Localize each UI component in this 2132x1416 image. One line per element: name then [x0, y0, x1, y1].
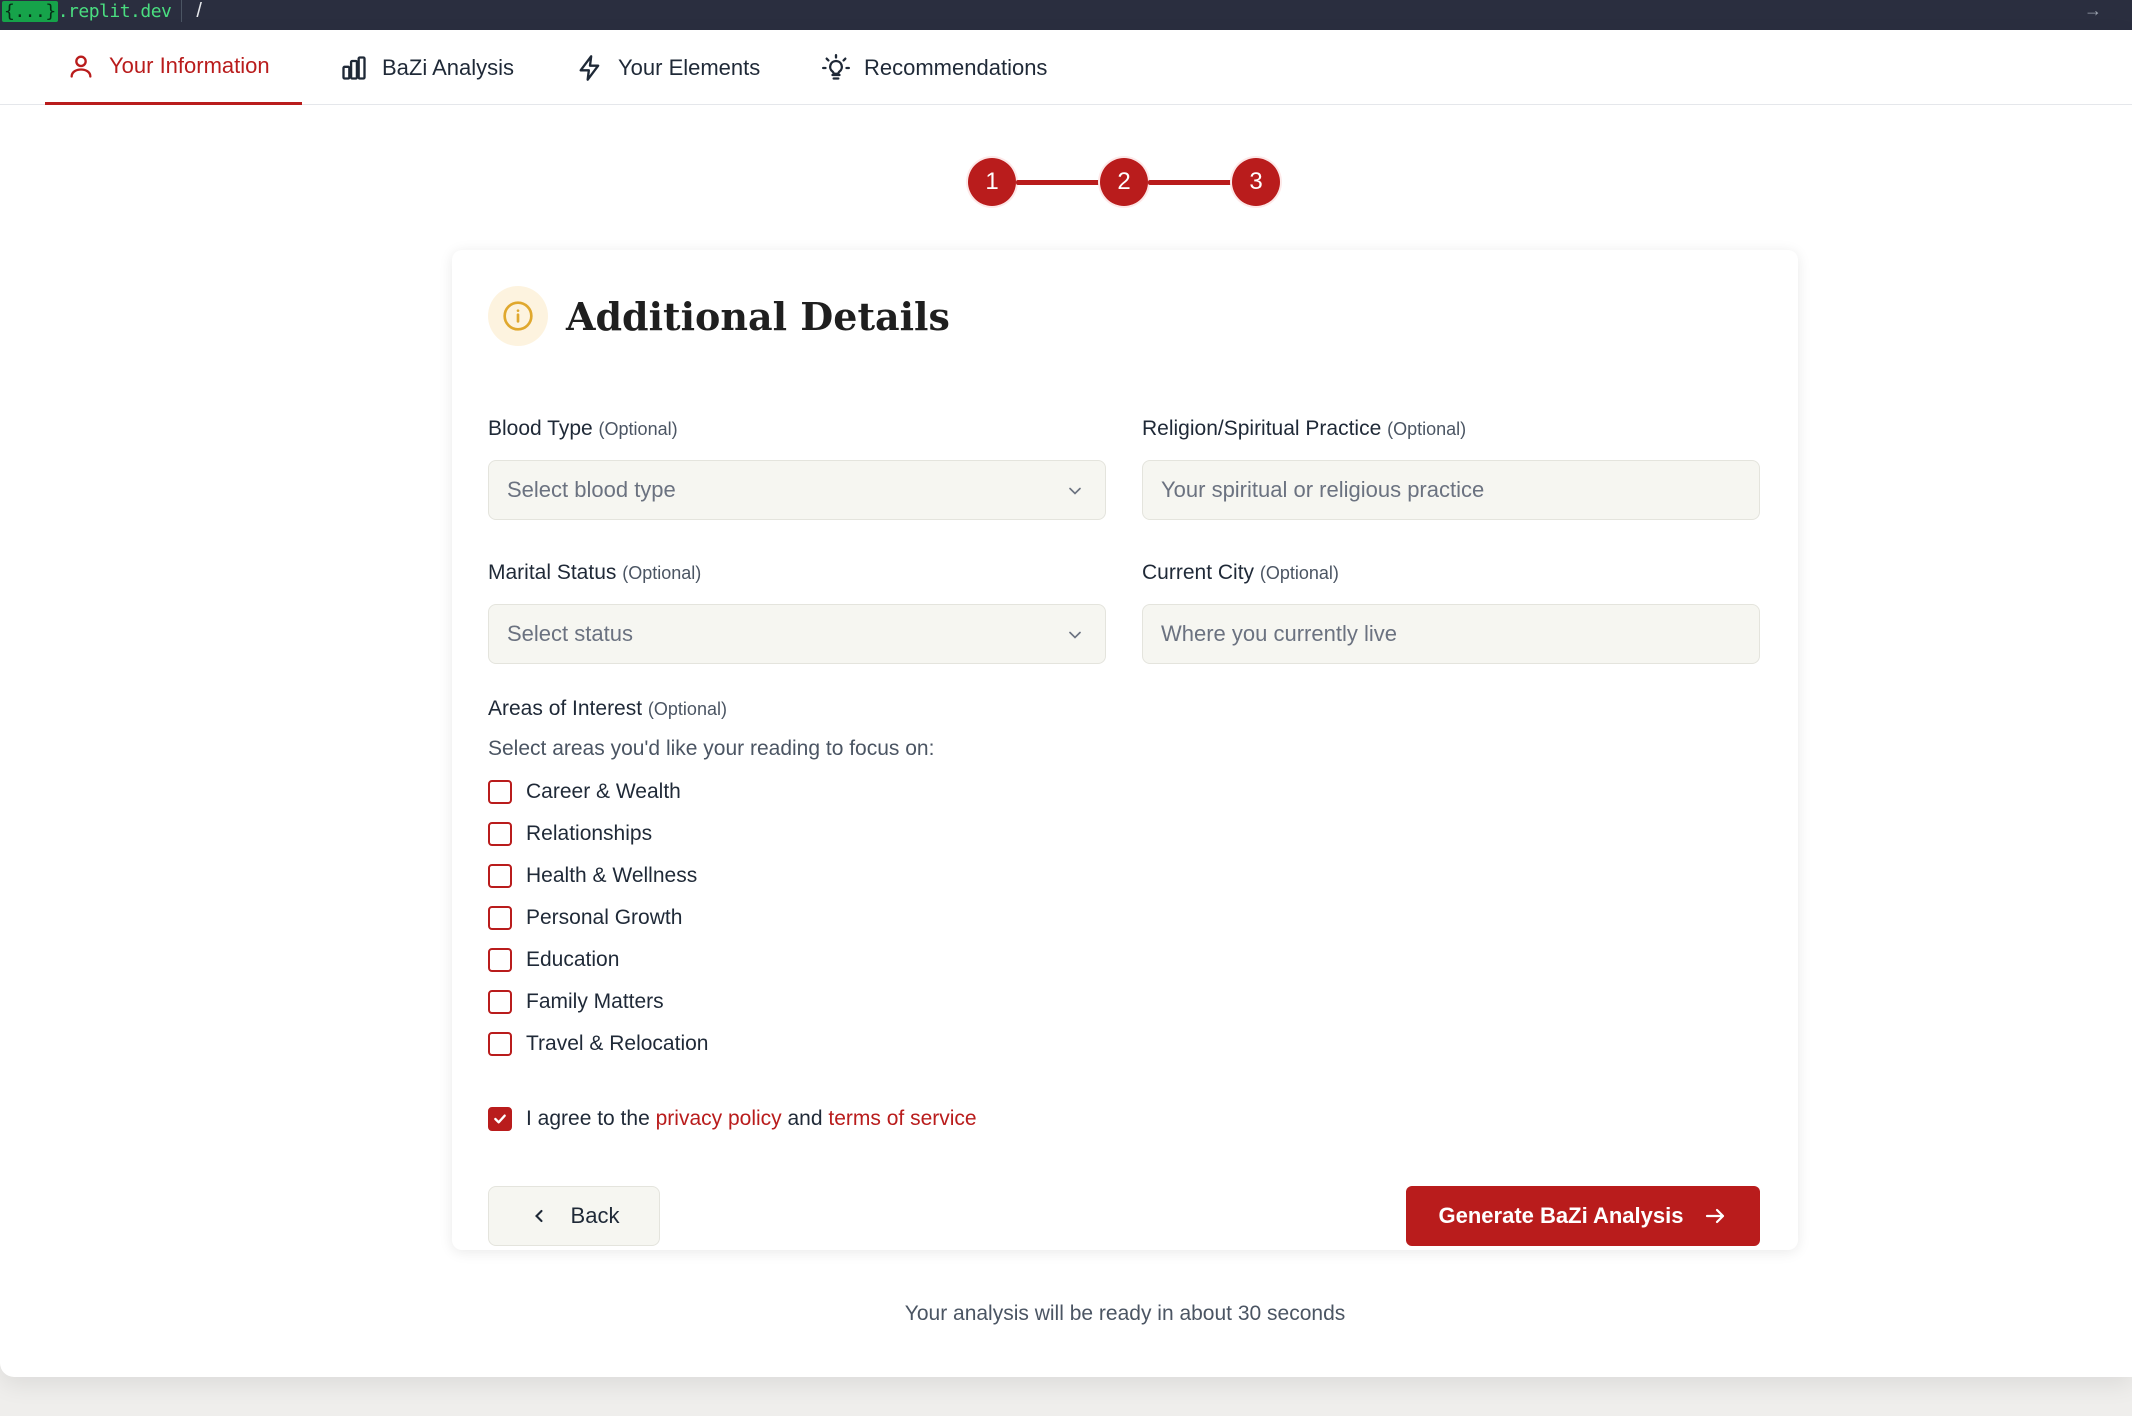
select-placeholder: Select blood type: [507, 477, 676, 502]
current-city-label: Current City (Optional): [1142, 561, 1339, 585]
label-text: Blood Type: [488, 417, 593, 440]
terms-agreement[interactable]: I agree to the privacy policy and terms …: [488, 1107, 977, 1131]
step-connector: [1016, 179, 1100, 185]
url-domain: .replit.dev: [57, 0, 172, 22]
arrow-right-icon: [1706, 1208, 1725, 1224]
input-placeholder: Your spiritual or religious practice: [1161, 477, 1485, 502]
info-icon: [503, 301, 533, 331]
chevron-down-icon: [1069, 631, 1081, 639]
back-label: Back: [570, 1203, 620, 1228]
optional-tag: (Optional): [1387, 419, 1467, 439]
areas-of-interest-label: Areas of Interest (Optional): [488, 697, 727, 721]
areas-hint: Select areas you'd like your reading to …: [488, 737, 935, 760]
marital-status-select[interactable]: Select status: [488, 604, 1106, 664]
app-page: Your Information BaZi Analysis Your Elem…: [0, 30, 2132, 1377]
checkbox[interactable]: [488, 906, 512, 930]
checkbox-label: Relationships: [526, 822, 653, 845]
religion-label: Religion/Spiritual Practice (Optional): [1142, 417, 1466, 441]
checkbox[interactable]: [488, 990, 512, 1014]
input-placeholder: Where you currently live: [1161, 621, 1397, 646]
agreement-prefix: I agree to the: [526, 1107, 650, 1130]
checkbox-label: Personal Growth: [526, 906, 683, 929]
agreement-checkbox[interactable]: [488, 1107, 512, 1131]
checkbox-label: Health & Wellness: [526, 864, 698, 887]
tab-your-elements[interactable]: Your Elements: [554, 30, 782, 105]
agreement-and: and: [787, 1107, 823, 1130]
optional-tag: (Optional): [598, 419, 678, 439]
bar-chart-icon: [342, 55, 366, 80]
main-tabs: Your Information BaZi Analysis Your Elem…: [0, 30, 2132, 105]
optional-tag: (Optional): [1259, 563, 1339, 583]
interest-education[interactable]: Education: [488, 948, 619, 972]
lightbulb-icon: [822, 53, 850, 80]
current-city-input[interactable]: Where you currently live: [1142, 604, 1760, 664]
step-1: 1: [968, 158, 1016, 206]
label-text: Current City: [1142, 561, 1255, 584]
progress-stepper: 1 2 3: [968, 158, 1280, 206]
interest-personal-growth[interactable]: Personal Growth: [488, 906, 682, 930]
ready-time-note: Your analysis will be ready in about 30 …: [904, 1302, 1346, 1325]
url-path[interactable]: /: [196, 0, 202, 23]
blood-type-select[interactable]: Select blood type: [488, 460, 1106, 520]
agreement-text: I agree to the privacy policy and terms …: [526, 1107, 977, 1131]
checkbox-label: Career & Wealth: [526, 780, 681, 803]
chevron-down-icon: [1069, 487, 1081, 495]
tab-bazi-analysis[interactable]: BaZi Analysis: [318, 30, 536, 105]
lightning-icon: [579, 54, 600, 81]
browser-url[interactable]: {...} .replit.dev: [0, 0, 172, 22]
additional-details-card: Additional Details Blood Type (Optional)…: [452, 250, 1798, 1250]
forward-arrow-icon[interactable]: →: [2084, 0, 2102, 21]
tab-label: BaZi Analysis: [382, 54, 515, 80]
interest-health-wellness[interactable]: Health & Wellness: [488, 864, 697, 888]
step-2: 2: [1100, 158, 1148, 206]
url-brace: {...}: [2, 0, 58, 22]
tab-label: Your Elements: [618, 54, 761, 80]
interest-family-matters[interactable]: Family Matters: [488, 990, 664, 1014]
optional-tag: (Optional): [647, 699, 727, 719]
tab-your-information[interactable]: Your Information: [45, 30, 302, 105]
tab-label: Recommendations: [864, 54, 1048, 80]
card-title: Additional Details: [566, 293, 950, 339]
checkbox-label: Family Matters: [526, 990, 664, 1013]
user-icon: [70, 55, 92, 78]
step-connector: [1148, 179, 1232, 185]
tab-recommendations[interactable]: Recommendations: [800, 30, 1069, 105]
checkbox[interactable]: [488, 822, 512, 846]
select-placeholder: Select status: [507, 621, 633, 646]
interest-career-wealth[interactable]: Career & Wealth: [488, 780, 681, 804]
privacy-policy-link[interactable]: privacy policy: [656, 1107, 782, 1130]
check-icon: [494, 1114, 506, 1124]
card-header: Additional Details: [488, 286, 950, 346]
generate-label: Generate BaZi Analysis: [1438, 1203, 1684, 1228]
label-text: Religion/Spiritual Practice: [1142, 417, 1382, 440]
label-text: Areas of Interest: [488, 697, 643, 720]
tab-label: Your Information: [109, 53, 270, 78]
checkbox[interactable]: [488, 780, 512, 804]
terms-of-service-link[interactable]: terms of service: [828, 1107, 976, 1130]
browser-address-bar: {...} .replit.dev / →: [0, 0, 2132, 30]
url-separator: [181, 0, 183, 22]
marital-status-label: Marital Status (Optional): [488, 561, 701, 585]
back-button[interactable]: Back: [488, 1186, 660, 1246]
religion-input[interactable]: Your spiritual or religious practice: [1142, 460, 1760, 520]
info-badge: [488, 286, 548, 346]
chevron-left-icon: [534, 1209, 543, 1223]
checkbox[interactable]: [488, 864, 512, 888]
interest-relationships[interactable]: Relationships: [488, 822, 652, 846]
checkbox-label: Travel & Relocation: [526, 1032, 709, 1055]
step-3: 3: [1232, 158, 1280, 206]
optional-tag: (Optional): [622, 563, 702, 583]
checkbox-label: Education: [526, 948, 620, 971]
checkbox[interactable]: [488, 948, 512, 972]
generate-bazi-analysis-button[interactable]: Generate BaZi Analysis: [1406, 1186, 1760, 1246]
interest-travel-relocation[interactable]: Travel & Relocation: [488, 1032, 708, 1056]
checkbox[interactable]: [488, 1032, 512, 1056]
blood-type-label: Blood Type (Optional): [488, 417, 678, 441]
label-text: Marital Status: [488, 561, 617, 584]
